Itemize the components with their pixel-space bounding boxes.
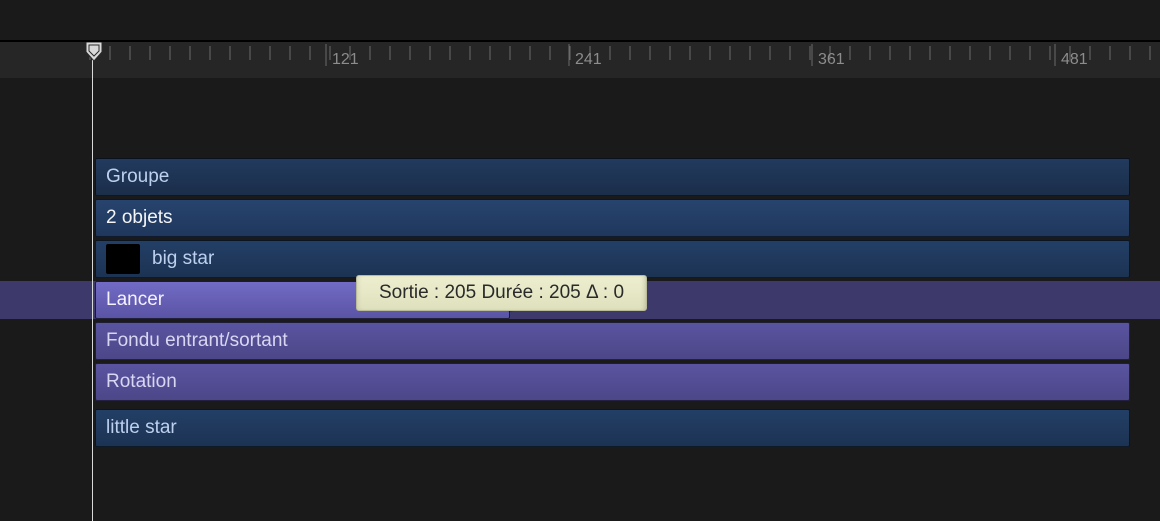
tooltip-text: Sortie : 205 Durée : 205 Δ : 0 [379,282,624,303]
timeline-ruler[interactable]: 121 241 361 481 [0,42,1160,78]
tracks-container: Groupe 2 objets big star Sortie : 205 Du… [95,158,1130,450]
trim-tooltip: Sortie : 205 Durée : 205 Δ : 0 [356,275,647,311]
svg-text:241: 241 [575,51,602,68]
track-label: 2 objets [106,207,173,229]
clip-thumbnail [106,244,140,274]
track-label: Rotation [106,371,177,393]
svg-text:481: 481 [1061,51,1088,68]
track-label: big star [152,248,214,270]
track-fondu[interactable]: Fondu entrant/sortant [95,322,1130,360]
track-group-header[interactable]: Groupe [95,158,1130,196]
svg-text:361: 361 [818,51,845,68]
track-little-star[interactable]: little star [95,409,1130,447]
svg-text:121: 121 [332,51,359,68]
window-topbar [0,0,1160,40]
timeline-body[interactable]: Groupe 2 objets big star Sortie : 205 Du… [0,78,1160,521]
track-rotation[interactable]: Rotation [95,363,1130,401]
track-label: little star [106,417,177,439]
track-objects-summary[interactable]: 2 objets [95,199,1130,237]
track-label: Groupe [106,166,169,188]
track-big-star[interactable]: big star Sortie : 205 Durée : 205 Δ : 0 [95,240,1130,278]
track-label: Fondu entrant/sortant [106,330,288,352]
clip-label: Lancer [106,289,164,311]
